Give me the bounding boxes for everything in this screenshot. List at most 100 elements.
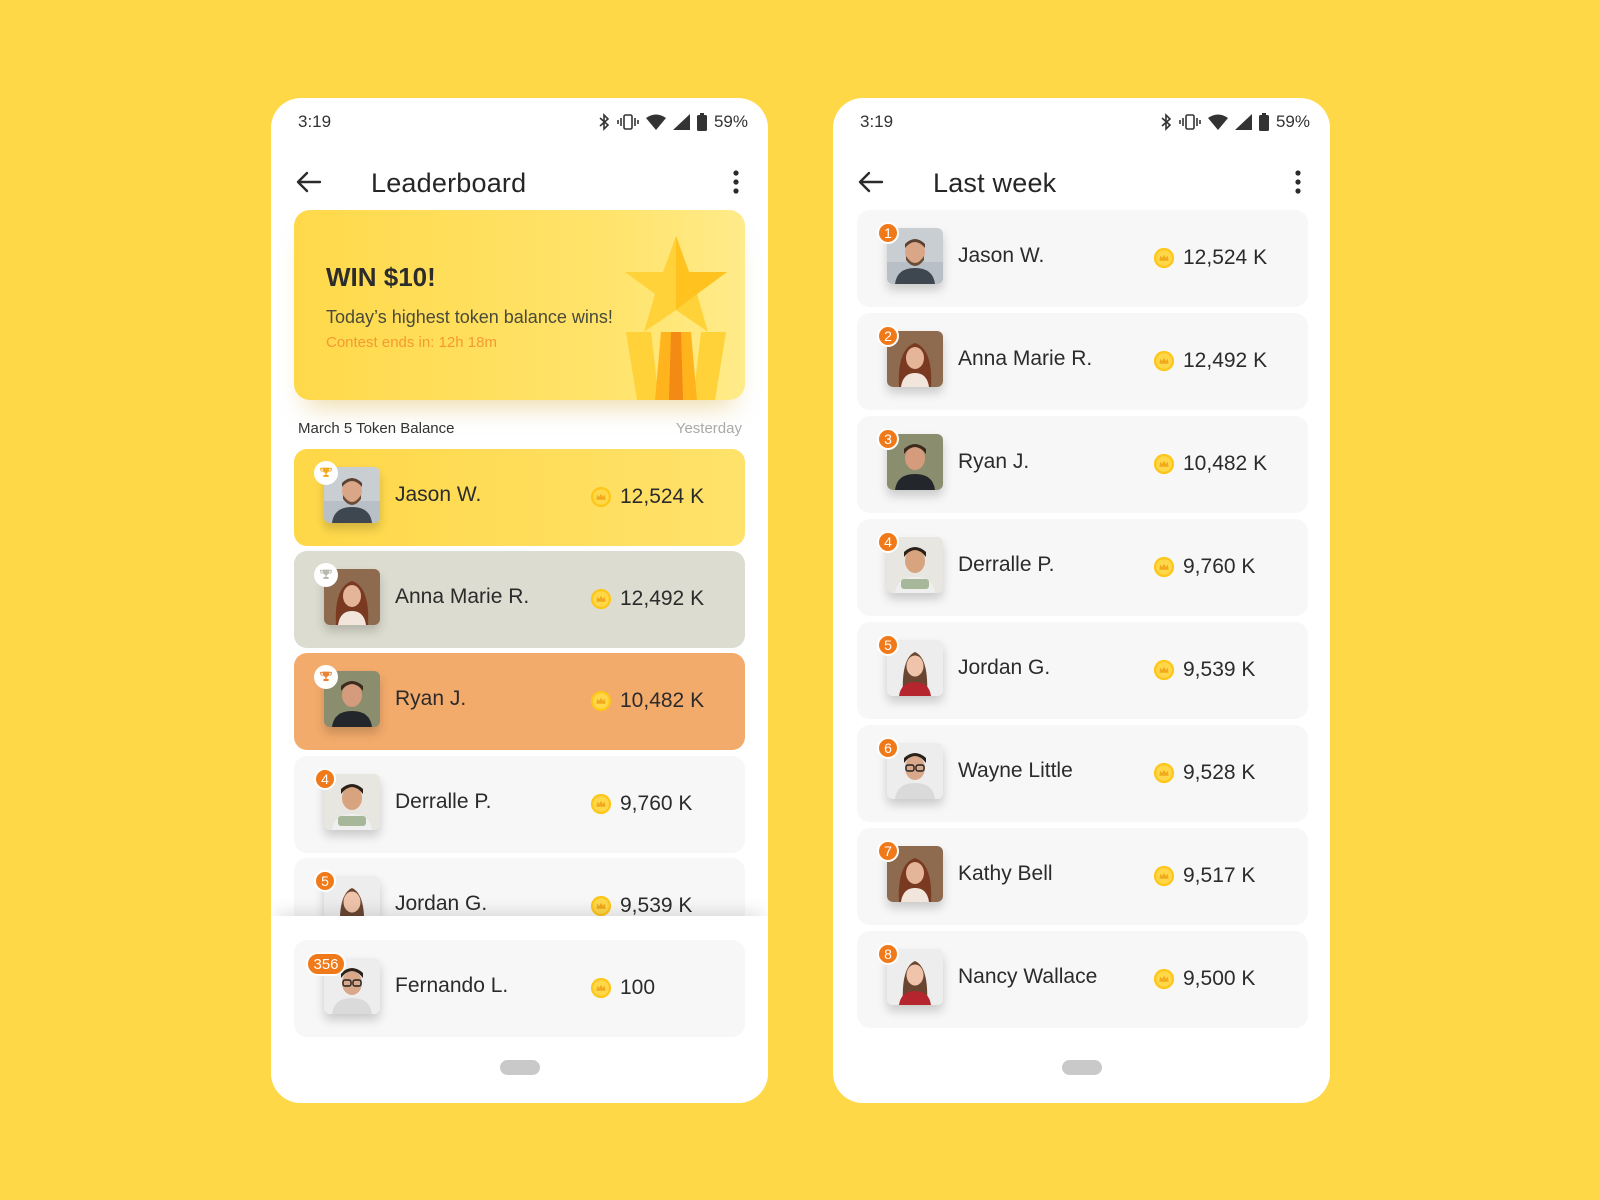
- player-name: Ryan J.: [958, 450, 1030, 473]
- score-value: 12,492 K: [1183, 349, 1268, 372]
- player-name: Derralle P.: [958, 553, 1055, 576]
- coin-icon: [1153, 350, 1175, 372]
- score-value: 9,539 K: [620, 894, 693, 917]
- coin-icon: [1153, 556, 1175, 578]
- coin-icon: [590, 793, 612, 815]
- coin-icon: [590, 977, 612, 999]
- app-bar: Leaderboard: [271, 150, 768, 214]
- player-name: Ryan J.: [395, 687, 467, 710]
- score-value: 10,482 K: [1183, 452, 1268, 475]
- arrow-left-icon: [858, 171, 884, 193]
- score-value: 12,524 K: [1183, 246, 1268, 269]
- section-header: March 5 Token Balance Yesterday: [298, 420, 742, 437]
- back-button[interactable]: [293, 166, 325, 198]
- coin-icon: [1153, 247, 1175, 269]
- status-icons: 59%: [598, 112, 748, 132]
- promo-subtitle: Today’s highest token balance wins!: [326, 307, 613, 327]
- player-score: 9,517 K: [1153, 864, 1255, 888]
- promo-countdown: Contest ends in: 12h 18m: [326, 334, 497, 351]
- rank-badge: 2: [877, 325, 899, 347]
- player-score: 9,760 K: [590, 792, 692, 816]
- coin-icon: [590, 486, 612, 508]
- player-name: Fernando L.: [395, 974, 509, 997]
- page-title: Last week: [933, 168, 1057, 198]
- signal-icon: [672, 114, 690, 130]
- home-indicator[interactable]: [1061, 1060, 1102, 1075]
- coin-icon: [1153, 865, 1175, 887]
- rank-badge: 3: [877, 428, 899, 450]
- more-vertical-icon: [733, 170, 739, 194]
- score-value: 9,500 K: [1183, 967, 1256, 990]
- section-date: Yesterday: [675, 420, 742, 437]
- player-score: 12,524 K: [590, 485, 704, 509]
- leaderboard-row[interactable]: Jason W. 12,524 K: [294, 449, 745, 546]
- home-indicator[interactable]: [499, 1060, 540, 1075]
- score-value: 9,760 K: [1183, 555, 1256, 578]
- current-user-row[interactable]: 356 Fernando L. 100: [294, 940, 745, 1037]
- player-score: 12,492 K: [1153, 349, 1267, 373]
- signal-icon: [1234, 114, 1252, 130]
- vibrate-icon: [1179, 114, 1201, 130]
- rank-badge: 8: [877, 943, 899, 965]
- player-score: 100: [590, 976, 655, 1000]
- more-options-button[interactable]: [720, 166, 752, 198]
- coin-icon: [1153, 659, 1175, 681]
- bluetooth-icon: [599, 113, 610, 131]
- leaderboard-row[interactable]: 8 Nancy Wallace 9,500 K: [857, 931, 1308, 1028]
- coin-icon: [590, 690, 612, 712]
- leaderboard-row[interactable]: 4 Derralle P. 9,760 K: [294, 756, 745, 853]
- score-value: 10,482 K: [620, 689, 705, 712]
- player-score: 9,539 K: [1153, 658, 1255, 682]
- player-name: Anna Marie R.: [958, 347, 1093, 370]
- more-vertical-icon: [1295, 170, 1301, 194]
- coin-icon: [1153, 453, 1175, 475]
- score-value: 12,524 K: [620, 485, 705, 508]
- coin-icon: [590, 895, 612, 917]
- rank-badge: 4: [877, 531, 899, 553]
- wifi-icon: [1207, 114, 1228, 130]
- rank-badge: 356: [306, 952, 346, 976]
- leaderboard-row[interactable]: Ryan J. 10,482 K: [294, 653, 745, 750]
- battery-percent: 59%: [713, 112, 748, 131]
- rank-badge: 4: [314, 768, 336, 790]
- leaderboard-row[interactable]: 4 Derralle P. 9,760 K: [857, 519, 1308, 616]
- player-score: 12,524 K: [1153, 246, 1267, 270]
- leaderboard-row[interactable]: 3 Ryan J. 10,482 K: [857, 416, 1308, 513]
- score-value: 100: [620, 976, 656, 999]
- battery-icon: [696, 113, 707, 131]
- battery-icon: [1258, 113, 1269, 131]
- coin-icon: [1153, 762, 1175, 784]
- player-score: 10,482 K: [590, 689, 704, 713]
- leaderboard-row[interactable]: 2 Anna Marie R. 12,492 K: [857, 313, 1308, 410]
- rank-badge: 7: [877, 840, 899, 862]
- player-score: 9,760 K: [1153, 555, 1255, 579]
- leaderboard-screen: 3:19 59% Leaderboard WIN $10! Today’s hi…: [271, 98, 768, 1103]
- status-icons: 59%: [1160, 112, 1310, 132]
- leaderboard-row[interactable]: 5 Jordan G. 9,539 K: [857, 622, 1308, 719]
- score-value: 9,539 K: [1183, 658, 1256, 681]
- player-name: Wayne Little: [958, 759, 1073, 782]
- leaderboard-row[interactable]: 7 Kathy Bell 9,517 K: [857, 828, 1308, 925]
- promo-banner[interactable]: WIN $10! Today’s highest token balance w…: [294, 210, 745, 400]
- trophy-icon: [314, 563, 338, 587]
- coin-icon: [1153, 968, 1175, 990]
- leaderboard-row[interactable]: 1 Jason W. 12,524 K: [857, 210, 1308, 307]
- rank-badge: 6: [877, 737, 899, 759]
- player-score: 9,539 K: [590, 894, 692, 918]
- player-name: Jordan G.: [395, 892, 488, 915]
- vibrate-icon: [617, 114, 639, 130]
- star-trophy-icon: [625, 236, 727, 400]
- status-time: 3:19: [860, 112, 894, 131]
- coin-icon: [590, 588, 612, 610]
- leaderboard-row[interactable]: Anna Marie R. 12,492 K: [294, 551, 745, 648]
- back-button[interactable]: [855, 166, 887, 198]
- player-score: 9,528 K: [1153, 761, 1255, 785]
- rank-badge: 5: [877, 634, 899, 656]
- leaderboard-row[interactable]: 6 Wayne Little 9,528 K: [857, 725, 1308, 822]
- player-name: Nancy Wallace: [958, 965, 1098, 988]
- app-bar: Last week: [833, 150, 1330, 214]
- more-options-button[interactable]: [1282, 166, 1314, 198]
- trophy-icon: [314, 461, 338, 485]
- status-bar: 3:19 59%: [271, 98, 768, 146]
- battery-percent: 59%: [1275, 112, 1310, 131]
